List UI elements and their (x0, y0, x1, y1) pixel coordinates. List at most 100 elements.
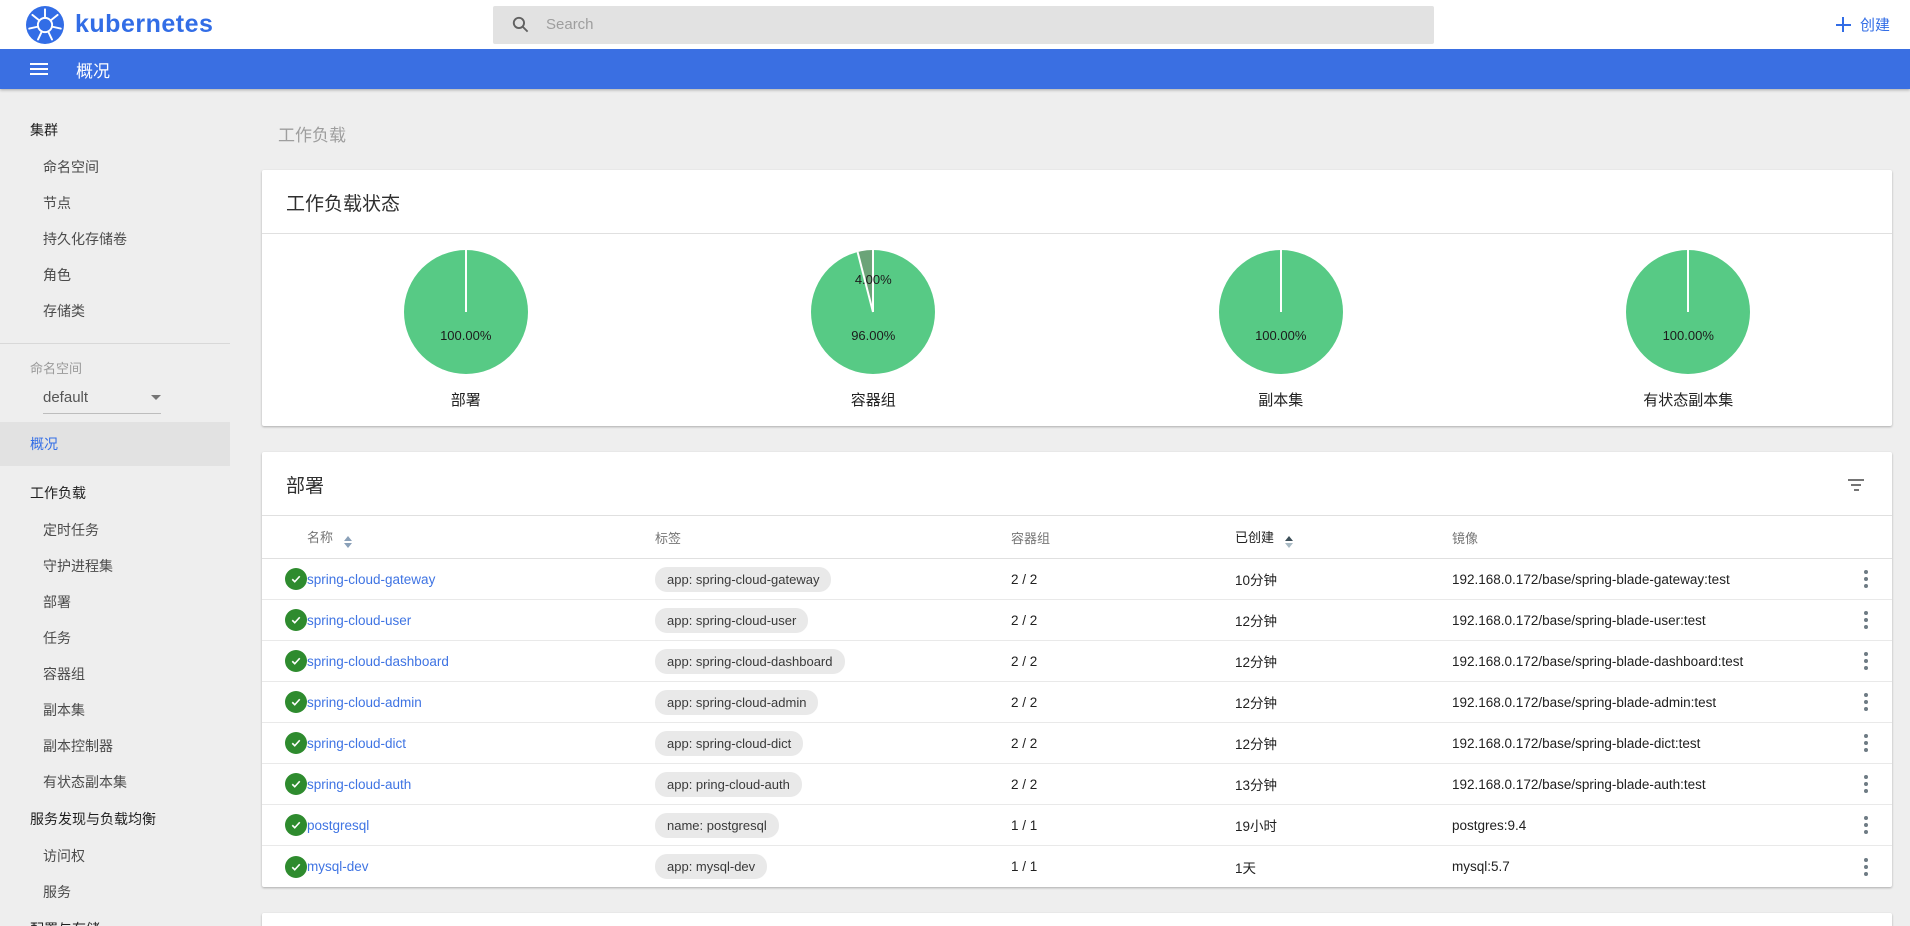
toolbar-title: 概况 (76, 57, 110, 82)
deployment-link[interactable]: mysql-dev (307, 859, 369, 874)
menu-icon[interactable] (28, 59, 50, 79)
deployment-link[interactable]: postgresql (307, 818, 369, 833)
sidebar-item-replica-sets[interactable]: 副本集 (0, 692, 230, 728)
search-icon (511, 15, 530, 34)
table-row: spring-cloud-dict app: spring-cloud-dict… (262, 723, 1892, 764)
pie-small-percent: 4.00% (811, 272, 935, 287)
search-input[interactable] (546, 16, 1416, 33)
sidebar-item-overview[interactable]: 概况 (0, 422, 230, 466)
sidebar-header-discovery: 服务发现与负载均衡 (0, 800, 230, 838)
pie-chart-stateful-sets: 100.00% 有状态副本集 (1485, 250, 1893, 410)
sidebar-header-config-storage: 配置与存储 (0, 910, 230, 926)
created-age: 12分钟 (1235, 692, 1452, 712)
pie-chart-label: 部署 (451, 389, 481, 410)
sidebar-item-cron-jobs[interactable]: 定时任务 (0, 512, 230, 548)
table-row: postgresql name: postgresql 1 / 1 19小时 p… (262, 805, 1892, 846)
row-menu-icon[interactable] (1858, 607, 1874, 633)
pie-chart-label: 副本集 (1258, 389, 1303, 410)
created-age: 13分钟 (1235, 774, 1452, 794)
deployment-link[interactable]: spring-cloud-gateway (307, 572, 435, 587)
pie-chart-label: 有状态副本集 (1643, 389, 1733, 410)
table-row: spring-cloud-gateway app: spring-cloud-g… (262, 559, 1892, 600)
status-ok-icon (285, 568, 307, 590)
create-button[interactable]: 创建 (1836, 14, 1890, 35)
image-name: mysql:5.7 (1452, 859, 1840, 874)
page-title: 工作负载 (278, 121, 1892, 146)
sidebar: 集群 命名空间 节点 持久化存储卷 角色 存储类 命名空间 default 概况… (0, 89, 230, 926)
workload-status-charts: 100.00% 部署 4.00% 96.00% 容器组 100.00% (262, 233, 1892, 426)
pods-count: 2 / 2 (1011, 777, 1235, 792)
status-ok-icon (285, 691, 307, 713)
sidebar-item-ingresses[interactable]: 访问权 (0, 838, 230, 874)
pods-count: 2 / 2 (1011, 654, 1235, 669)
deployment-link[interactable]: spring-cloud-dict (307, 736, 406, 751)
namespace-label: 命名空间 (0, 354, 230, 379)
created-age: 12分钟 (1235, 733, 1452, 753)
deployment-link[interactable]: spring-cloud-user (307, 613, 411, 628)
sidebar-item-stateful-sets[interactable]: 有状态副本集 (0, 764, 230, 800)
created-age: 12分钟 (1235, 610, 1452, 630)
image-name: 192.168.0.172/base/spring-blade-auth:tes… (1452, 777, 1840, 792)
workload-status-card: 工作负载状态 100.00% 部署 4.00% 96.00% 容器组 (262, 170, 1892, 426)
sidebar-item-roles[interactable]: 角色 (0, 257, 230, 293)
pods-count: 2 / 2 (1011, 613, 1235, 628)
row-menu-icon[interactable] (1858, 812, 1874, 838)
namespace-select[interactable]: default (43, 389, 161, 414)
main-content: 工作负载 工作负载状态 100.00% 部署 4.00% 96.00% (230, 89, 1910, 926)
label-chip: app: pring-cloud-auth (655, 772, 802, 797)
sidebar-item-nodes[interactable]: 节点 (0, 185, 230, 221)
label-chip: app: spring-cloud-admin (655, 690, 818, 715)
sidebar-header-cluster: 集群 (0, 111, 230, 149)
column-header-created[interactable]: 已创建 (1235, 527, 1452, 548)
pie-chart-label: 容器组 (851, 389, 896, 410)
created-age: 19小时 (1235, 815, 1452, 835)
pie-main-percent: 100.00% (1626, 328, 1750, 343)
row-menu-icon[interactable] (1858, 730, 1874, 756)
row-menu-icon[interactable] (1858, 771, 1874, 797)
filter-icon[interactable] (1844, 475, 1868, 495)
row-menu-icon[interactable] (1858, 689, 1874, 715)
status-ok-icon (285, 773, 307, 795)
image-name: 192.168.0.172/base/spring-blade-admin:te… (1452, 695, 1840, 710)
deployment-link[interactable]: spring-cloud-auth (307, 777, 411, 792)
label-chip: app: spring-cloud-dict (655, 731, 803, 756)
sidebar-item-pods[interactable]: 容器组 (0, 656, 230, 692)
image-name: 192.168.0.172/base/spring-blade-user:tes… (1452, 613, 1840, 628)
sidebar-item-services[interactable]: 服务 (0, 874, 230, 910)
create-button-label: 创建 (1860, 14, 1890, 35)
sidebar-item-replication-controllers[interactable]: 副本控制器 (0, 728, 230, 764)
row-menu-icon[interactable] (1858, 648, 1874, 674)
sidebar-item-jobs[interactable]: 任务 (0, 620, 230, 656)
deployment-link[interactable]: spring-cloud-admin (307, 695, 422, 710)
row-menu-icon[interactable] (1858, 854, 1874, 880)
image-name: 192.168.0.172/base/spring-blade-dict:tes… (1452, 736, 1840, 751)
created-age: 12分钟 (1235, 651, 1452, 671)
plus-icon (1836, 17, 1851, 32)
sidebar-header-workloads: 工作负载 (0, 474, 230, 512)
column-header-pods: 容器组 (1011, 528, 1235, 547)
deployment-link[interactable]: spring-cloud-dashboard (307, 654, 449, 669)
pie-chart-pods: 4.00% 96.00% 容器组 (670, 250, 1078, 410)
brand: kubernetes (0, 6, 493, 44)
sidebar-item-daemon-sets[interactable]: 守护进程集 (0, 548, 230, 584)
chevron-down-icon (151, 395, 161, 400)
table-row: mysql-dev app: mysql-dev 1 / 1 1天 mysql:… (262, 846, 1892, 887)
pie-chart-replica-sets: 100.00% 副本集 (1077, 250, 1485, 410)
column-header-name[interactable]: 名称 (307, 527, 655, 548)
label-chip: name: postgresql (655, 813, 779, 838)
sidebar-item-persistent-volumes[interactable]: 持久化存储卷 (0, 221, 230, 257)
pods-count: 1 / 1 (1011, 859, 1235, 874)
pods-count: 2 / 2 (1011, 736, 1235, 751)
kubernetes-logo-icon (26, 6, 64, 44)
pie-main-percent: 96.00% (811, 328, 935, 343)
toolbar: 概况 (0, 49, 1910, 89)
row-menu-icon[interactable] (1858, 566, 1874, 592)
sidebar-item-deployments[interactable]: 部署 (0, 584, 230, 620)
label-chip: app: mysql-dev (655, 854, 767, 879)
pods-count: 2 / 2 (1011, 572, 1235, 587)
search-bar[interactable] (493, 6, 1434, 44)
sidebar-item-namespaces[interactable]: 命名空间 (0, 149, 230, 185)
image-name: 192.168.0.172/base/spring-blade-gateway:… (1452, 572, 1840, 587)
sidebar-item-storage-classes[interactable]: 存储类 (0, 293, 230, 329)
pods-count: 1 / 1 (1011, 818, 1235, 833)
